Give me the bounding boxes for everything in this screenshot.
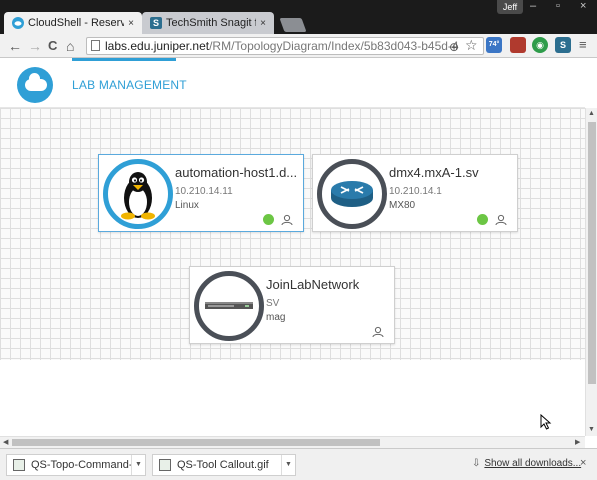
forward-button[interactable]: → <box>28 38 42 54</box>
download-filename: QS-Tool Callout.gif <box>177 459 269 471</box>
browser-titlebar: CloudShell - Reservations × S TechSmith … <box>0 0 597 34</box>
home-button[interactable]: ⌂ <box>66 38 74 54</box>
user-profile-badge[interactable]: Jeff <box>497 0 523 14</box>
back-button[interactable]: ← <box>8 38 22 54</box>
vertical-scroll-thumb[interactable] <box>588 122 596 384</box>
chevron-down-icon[interactable]: ▼ <box>281 455 295 475</box>
show-all-downloads-link[interactable]: ⇩ Show all downloads... <box>472 458 581 469</box>
status-online-icon <box>263 214 274 225</box>
chevron-down-icon[interactable]: ▼ <box>131 455 145 475</box>
node-ip: 10.210.14.1 <box>389 186 442 197</box>
node-ip: SV <box>266 298 280 309</box>
user-icon[interactable] <box>281 214 293 226</box>
address-bar[interactable]: labs.edu.juniper.net/RM/TopologyDiagram/… <box>86 37 484 55</box>
snagit-extension-icon[interactable]: S <box>555 37 571 53</box>
scroll-left-icon[interactable]: ◀ <box>3 437 8 448</box>
node-title: dmx4.mxA-1.sv <box>389 165 479 180</box>
node-os: Linux <box>175 200 199 211</box>
node-ip: 10.210.14.11 <box>175 186 233 197</box>
tab-lab-management-label: LAB MANAGEMENT <box>72 78 187 92</box>
resource-card-joinlabnetwork[interactable]: JoinLabNetwork SV mag <box>189 266 395 344</box>
menu-icon[interactable]: ≡ <box>579 37 587 53</box>
node-os: mag <box>266 312 286 323</box>
snagit-icon: S <box>150 17 162 29</box>
gif-file-icon <box>13 459 25 471</box>
linux-tux-icon <box>103 159 173 229</box>
tab-cloudshell[interactable]: CloudShell - Reservations × <box>4 12 142 34</box>
tab-label: CloudShell - Reservations <box>28 17 125 29</box>
horizontal-scrollbar[interactable]: ◀ ▶ <box>0 436 585 448</box>
node-title: automation-host1.d... <box>175 165 298 180</box>
status-online-icon <box>477 214 488 225</box>
close-downloads-icon[interactable]: × <box>580 457 586 469</box>
close-window-icon[interactable]: × <box>580 0 586 12</box>
download-arrow-icon: ⇩ <box>472 458 481 469</box>
page-icon <box>91 40 100 51</box>
cloudshell-icon <box>12 17 24 29</box>
download-item[interactable]: QS-Topo-Command-....gif ▼ <box>6 454 146 476</box>
browser-toolbar: ← → C ⌂ labs.edu.juniper.net/RM/Topology… <box>0 34 597 58</box>
download-item[interactable]: QS-Tool Callout.gif ▼ <box>152 454 296 476</box>
url-host: labs.edu.juniper.net <box>105 39 210 53</box>
download-filename: QS-Topo-Command-....gif <box>31 459 131 471</box>
mouse-cursor-icon <box>540 414 552 430</box>
user-icon[interactable] <box>372 326 384 338</box>
weather-extension-icon[interactable]: 74° <box>486 37 502 53</box>
tab-close-icon[interactable]: × <box>260 18 266 29</box>
vertical-scrollbar[interactable]: ▲ ▼ <box>585 108 597 436</box>
gif-file-icon <box>159 459 171 471</box>
url-path: /RM/TopologyDiagram/Index/5b83d043-b45d-… <box>209 39 459 53</box>
downloads-bar: QS-Topo-Command-....gif ▼ QS-Tool Callou… <box>0 448 597 480</box>
router-icon <box>317 159 387 229</box>
tab-close-icon[interactable]: × <box>128 18 134 29</box>
reader-extension-icon[interactable] <box>510 37 526 53</box>
maximize-icon[interactable]: ▫ <box>556 0 560 12</box>
cloudshell-logo[interactable] <box>17 67 53 103</box>
bookmark-star-icon[interactable]: ☆ <box>465 37 478 53</box>
horizontal-scroll-thumb[interactable] <box>12 439 380 446</box>
node-os: MX80 <box>389 200 416 211</box>
tab-lab-management[interactable]: LAB MANAGEMENT <box>72 58 187 104</box>
network-appliance-icon <box>194 271 264 341</box>
topology-canvas[interactable]: automation-host1.d... 10.210.14.11 Linux… <box>0 108 585 360</box>
pocket-extension-icon[interactable]: ◉ <box>532 37 548 53</box>
new-tab-button[interactable] <box>279 18 307 32</box>
user-icon[interactable] <box>495 214 507 226</box>
scroll-up-icon[interactable]: ▲ <box>588 110 595 117</box>
tab-snagit[interactable]: S TechSmith Snagit for Goo × <box>142 12 274 34</box>
minimize-icon[interactable]: ‒ <box>530 0 536 12</box>
zoom-icon[interactable]: ⊕ <box>449 39 459 55</box>
reload-button[interactable]: C <box>48 38 57 54</box>
resource-card-dmx4[interactable]: dmx4.mxA-1.sv 10.210.14.1 MX80 <box>312 154 518 232</box>
resource-card-automation-host[interactable]: automation-host1.d... 10.210.14.11 Linux <box>98 154 304 232</box>
tab-label: TechSmith Snagit for Goo <box>166 17 256 29</box>
scroll-right-icon[interactable]: ▶ <box>575 437 580 448</box>
show-all-downloads-label: Show all downloads... <box>484 458 582 469</box>
scroll-down-icon[interactable]: ▼ <box>588 426 595 433</box>
node-title: JoinLabNetwork <box>266 277 360 292</box>
app-header: LAB MANAGEMENT <box>0 58 585 108</box>
page-blank-area <box>0 360 585 436</box>
